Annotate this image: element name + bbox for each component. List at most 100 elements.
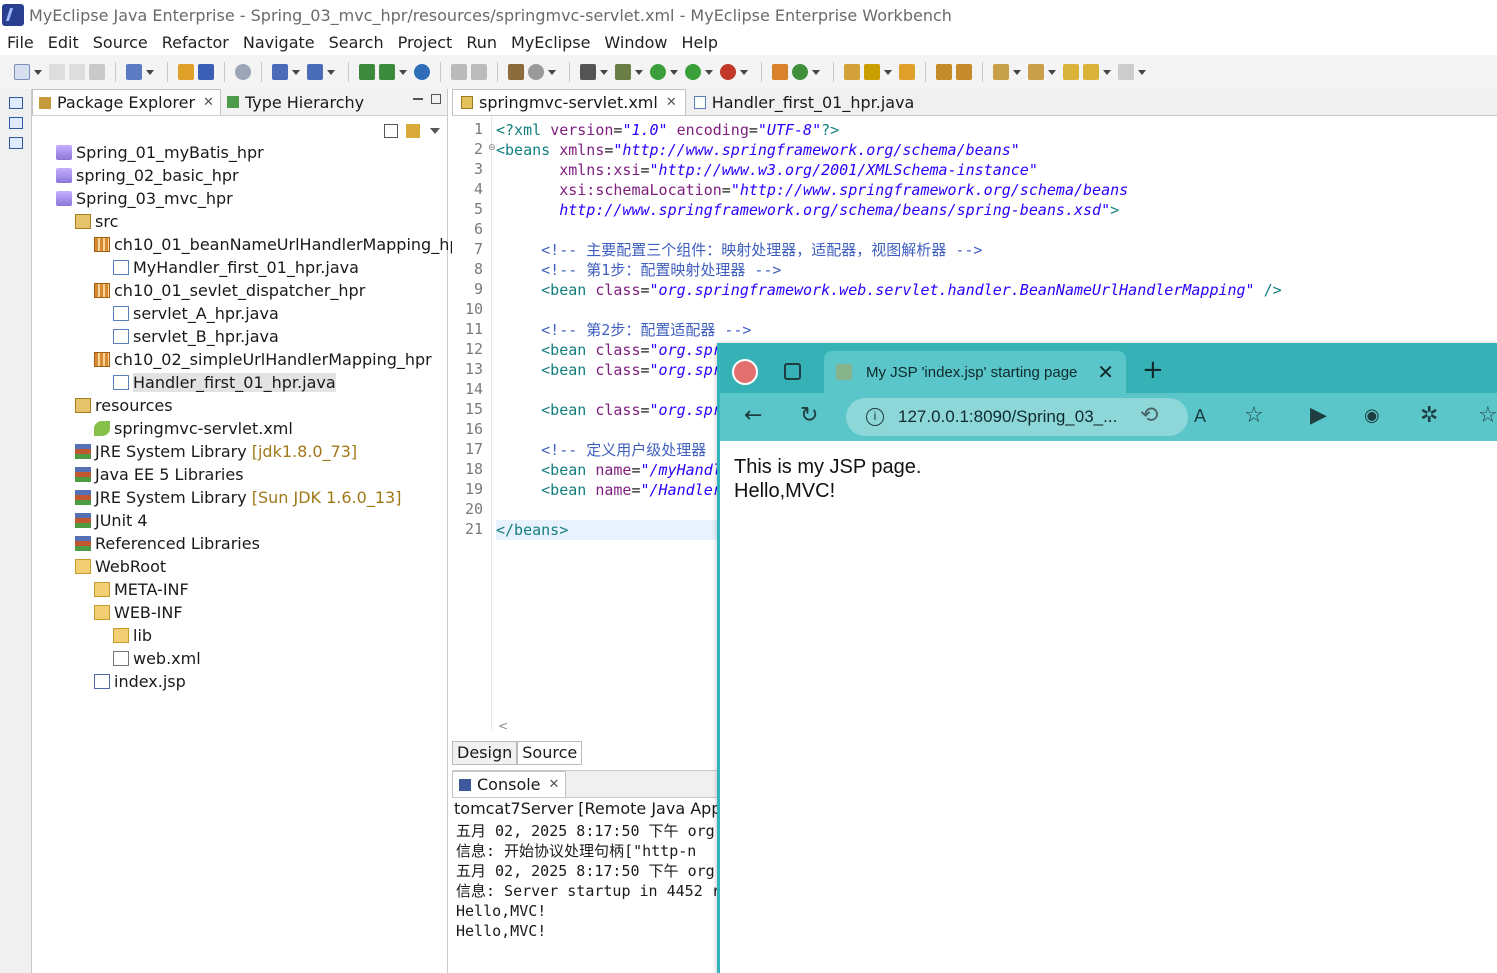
open-folder-icon[interactable] — [844, 64, 860, 80]
read-aloud-icon[interactable]: A — [1194, 406, 1206, 427]
chevron-down-icon[interactable] — [600, 69, 608, 75]
tree-item[interactable]: META-INF — [94, 578, 189, 601]
tree-item[interactable]: springmvc-servlet.xml — [94, 417, 293, 440]
toggle-mark-icon[interactable] — [956, 64, 972, 80]
tree-item[interactable]: resources — [75, 394, 173, 417]
chevron-down-icon[interactable] — [327, 69, 335, 75]
new-java-package-icon[interactable] — [772, 64, 788, 80]
tree-item[interactable]: servlet_A_hpr.java — [113, 302, 279, 325]
restore-icon[interactable] — [9, 97, 23, 109]
chevron-down-icon[interactable] — [1048, 69, 1056, 75]
new-icon[interactable] — [14, 64, 30, 80]
deploy-icon[interactable] — [198, 64, 214, 80]
view-menu-icon[interactable] — [430, 128, 440, 134]
menu-source[interactable]: Source — [86, 33, 155, 52]
tree-item[interactable]: Spring_01_myBatis_hpr — [56, 141, 264, 164]
run-server-icon[interactable] — [359, 64, 375, 80]
extensions-icon[interactable]: ✲ — [1420, 403, 1438, 428]
tab-handler-java[interactable]: Handler_first_01_hpr.java — [686, 89, 923, 115]
close-icon[interactable]: ✕ — [203, 95, 214, 110]
open-type-icon[interactable] — [178, 64, 194, 80]
tree-item[interactable]: JUnit 4 — [75, 509, 148, 532]
tree-item[interactable]: servlet_B_hpr.java — [113, 325, 279, 348]
tree-item[interactable]: Referenced Libraries — [75, 532, 260, 555]
chevron-down-icon[interactable] — [1103, 69, 1111, 75]
back-arrow-icon[interactable]: ← — [744, 403, 762, 428]
tree-item[interactable]: WEB-INF — [94, 601, 183, 624]
favorite-star-icon[interactable]: ☆ — [1244, 403, 1264, 428]
tab-actions-icon[interactable] — [784, 363, 801, 380]
tree-item[interactable]: ch10_01_sevlet_dispatcher_hpr — [94, 279, 365, 302]
external-tools-icon[interactable] — [720, 64, 736, 80]
tab-console[interactable]: Console ✕ — [452, 771, 567, 797]
maximize-icon[interactable] — [431, 94, 441, 104]
favorites-icon[interactable]: ☆ — [1478, 403, 1497, 428]
browser-tab[interactable]: My JSP 'index.jsp' starting page ✕ — [824, 351, 1126, 393]
chevron-down-icon[interactable] — [34, 69, 42, 75]
link-with-editor-icon[interactable] — [406, 124, 420, 138]
tree-item[interactable]: lib — [113, 624, 152, 647]
tree-item[interactable]: ch10_01_beanNameUrlHandlerMapping_hpr — [94, 233, 466, 256]
chevron-down-icon[interactable] — [292, 69, 300, 75]
chevron-down-icon[interactable] — [635, 69, 643, 75]
menu-window[interactable]: Window — [597, 33, 674, 52]
close-tab-icon[interactable]: ✕ — [1097, 360, 1114, 384]
address-bar[interactable]: i 127.0.0.1:8090/Spring_03_... — [846, 398, 1188, 436]
run-icon[interactable] — [650, 64, 666, 80]
tab-source[interactable]: Source — [517, 741, 583, 765]
configure-icon[interactable] — [508, 64, 524, 80]
chevron-down-icon[interactable] — [1138, 69, 1146, 75]
tab-design[interactable]: Design — [452, 741, 518, 765]
browser-icon[interactable] — [414, 64, 430, 80]
edge-refresh-icon[interactable]: ⟲ — [1140, 403, 1158, 428]
tab-springmvc-servlet-xml[interactable]: springmvc-servlet.xml ✕ — [452, 89, 686, 115]
console-output[interactable]: 五月 02, 2025 8:17:50 下午 org 信息: 开始协议处理句柄["… — [456, 821, 721, 941]
new-java-class-icon[interactable] — [792, 64, 808, 80]
tree-item[interactable]: ch10_02_simpleUrlHandlerMapping_hpr — [94, 348, 432, 371]
menu-file[interactable]: File — [0, 33, 41, 52]
web-explorer-icon[interactable] — [307, 64, 323, 80]
forward-icon[interactable] — [1118, 64, 1134, 80]
chevron-down-icon[interactable] — [399, 69, 407, 75]
tab-type-hierarchy[interactable]: Type Hierarchy — [221, 89, 370, 115]
tree-item[interactable]: src — [75, 210, 118, 233]
tool-a-icon[interactable] — [451, 64, 467, 80]
fold-toggle-icon[interactable]: ⊖ — [488, 143, 496, 153]
chevron-down-icon[interactable] — [1013, 69, 1021, 75]
annotation-icon[interactable] — [936, 64, 952, 80]
menu-edit[interactable]: Edit — [41, 33, 86, 52]
save-icon[interactable] — [49, 64, 65, 80]
close-icon[interactable]: ✕ — [549, 777, 560, 792]
back-icon[interactable] — [1083, 64, 1099, 80]
tree-item[interactable]: web.xml — [113, 647, 201, 670]
extension-icon[interactable]: ◉ — [1364, 405, 1380, 426]
collapse-all-icon[interactable] — [384, 124, 398, 138]
menu-help[interactable]: Help — [675, 33, 725, 52]
search-icon[interactable] — [864, 64, 880, 80]
menu-refactor[interactable]: Refactor — [155, 33, 236, 52]
chevron-down-icon[interactable] — [884, 69, 892, 75]
minimize-icon[interactable] — [413, 98, 423, 100]
new-tab-icon[interactable]: + — [1142, 355, 1164, 385]
settings-icon[interactable] — [528, 64, 544, 80]
tree-item[interactable]: JRE System Library [jdk1.8.0_73] — [75, 440, 357, 463]
menu-navigate[interactable]: Navigate — [236, 33, 322, 52]
close-icon[interactable]: ✕ — [666, 95, 677, 110]
menu-run[interactable]: Run — [459, 33, 504, 52]
chevron-down-icon[interactable] — [740, 69, 748, 75]
tree-item[interactable]: WebRoot — [75, 555, 166, 578]
minimized-view-icon[interactable] — [9, 117, 23, 129]
menu-myeclipse[interactable]: MyEclipse — [504, 33, 597, 52]
chevron-down-icon[interactable] — [812, 69, 820, 75]
debug-icon[interactable] — [615, 64, 631, 80]
play-icon[interactable]: ▶ — [1310, 403, 1327, 428]
refresh-icon[interactable]: ↻ — [800, 403, 818, 428]
chevron-down-icon[interactable] — [705, 69, 713, 75]
chevron-down-icon[interactable] — [146, 69, 154, 75]
web-service-icon[interactable] — [272, 64, 288, 80]
tab-package-explorer[interactable]: Package Explorer ✕ — [32, 89, 221, 115]
chevron-down-icon[interactable] — [670, 69, 678, 75]
print-icon[interactable] — [89, 64, 105, 80]
chevron-down-icon[interactable] — [548, 69, 556, 75]
tree-item[interactable]: Java EE 5 Libraries — [75, 463, 244, 486]
